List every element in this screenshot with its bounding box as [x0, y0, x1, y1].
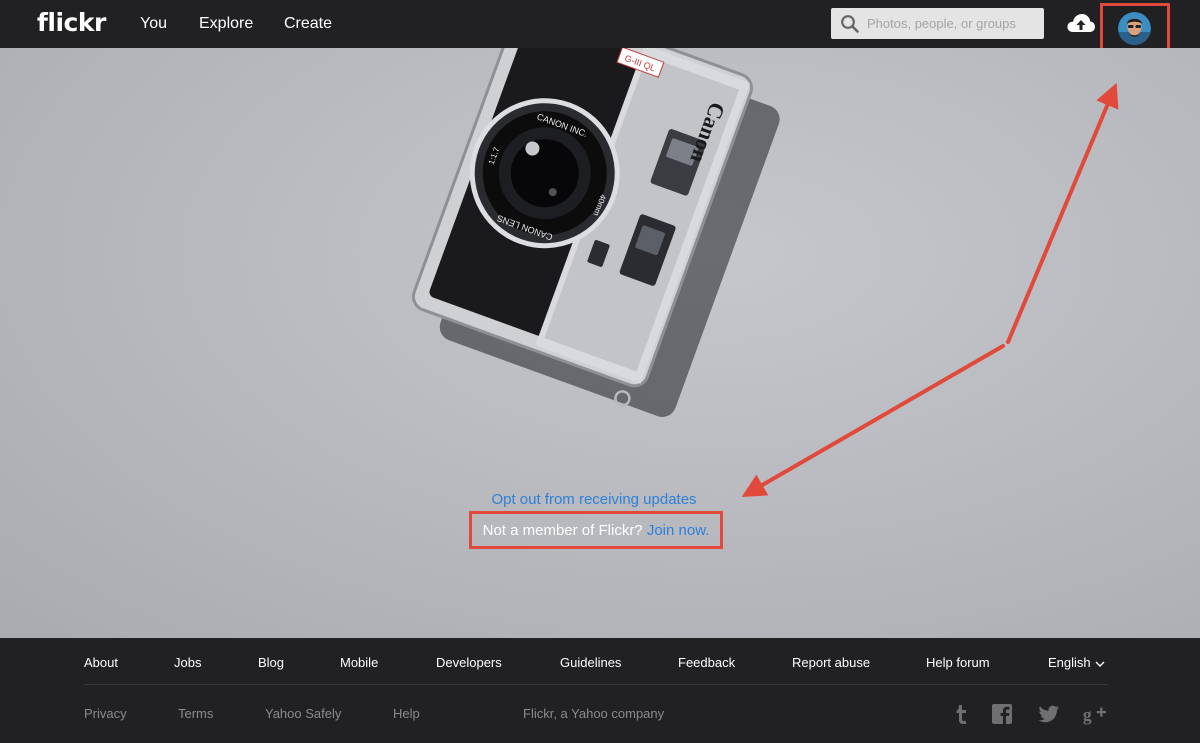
search-icon[interactable] — [840, 14, 860, 34]
company-text: Flickr, a Yahoo company — [523, 706, 665, 721]
google-plus-icon[interactable]: g — [1082, 702, 1106, 726]
hero-background-photo: CANON INC. CANON LENS 1:1.7 40mm Canon G… — [0, 48, 1200, 638]
camera-photo: CANON INC. CANON LENS 1:1.7 40mm Canon G… — [411, 48, 780, 417]
chevron-down-icon — [1095, 661, 1105, 667]
join-now-link[interactable]: Join now. — [647, 522, 710, 539]
footer-link-blog[interactable]: Blog — [258, 655, 284, 670]
footer-link-privacy[interactable]: Privacy — [84, 706, 127, 721]
nav-create[interactable]: Create — [284, 15, 332, 33]
facebook-icon[interactable] — [990, 702, 1014, 726]
nav-you[interactable]: You — [140, 15, 167, 33]
footer-link-feedback[interactable]: Feedback — [678, 655, 735, 670]
svg-text:g: g — [1083, 704, 1092, 724]
footer-link-jobs[interactable]: Jobs — [174, 655, 201, 670]
footer: About Jobs Blog Mobile Developers Guidel… — [0, 638, 1200, 743]
language-selector[interactable]: English — [1048, 655, 1105, 670]
footer-link-help-forum[interactable]: Help forum — [926, 655, 990, 670]
language-label: English — [1048, 655, 1091, 670]
join-prompt: Not a member of Flickr? Join now. — [472, 522, 720, 539]
avatar[interactable] — [1118, 12, 1151, 45]
footer-divider — [84, 684, 1108, 685]
search-box[interactable] — [831, 8, 1044, 39]
upload-cloud-icon[interactable] — [1066, 11, 1096, 35]
footer-link-report-abuse[interactable]: Report abuse — [792, 655, 870, 670]
opt-out-link[interactable]: Opt out from receiving updates — [0, 491, 1188, 508]
footer-link-developers[interactable]: Developers — [436, 655, 502, 670]
highlight-box-join: Not a member of Flickr? Join now. — [469, 511, 723, 549]
top-navigation-bar: flickr You Explore Create — [0, 0, 1200, 57]
footer-link-guidelines[interactable]: Guidelines — [560, 655, 621, 670]
not-member-text: Not a member of Flickr? — [482, 522, 643, 539]
nav-explore[interactable]: Explore — [199, 15, 253, 33]
footer-link-help[interactable]: Help — [393, 706, 420, 721]
search-input[interactable] — [867, 8, 1039, 39]
flickr-logo[interactable]: flickr — [37, 8, 106, 37]
footer-link-mobile[interactable]: Mobile — [340, 655, 378, 670]
tumblr-icon[interactable] — [949, 702, 973, 726]
footer-link-about[interactable]: About — [84, 655, 118, 670]
twitter-icon[interactable] — [1037, 702, 1061, 726]
footer-link-yahoo-safely[interactable]: Yahoo Safely — [265, 706, 341, 721]
footer-link-terms[interactable]: Terms — [178, 706, 213, 721]
